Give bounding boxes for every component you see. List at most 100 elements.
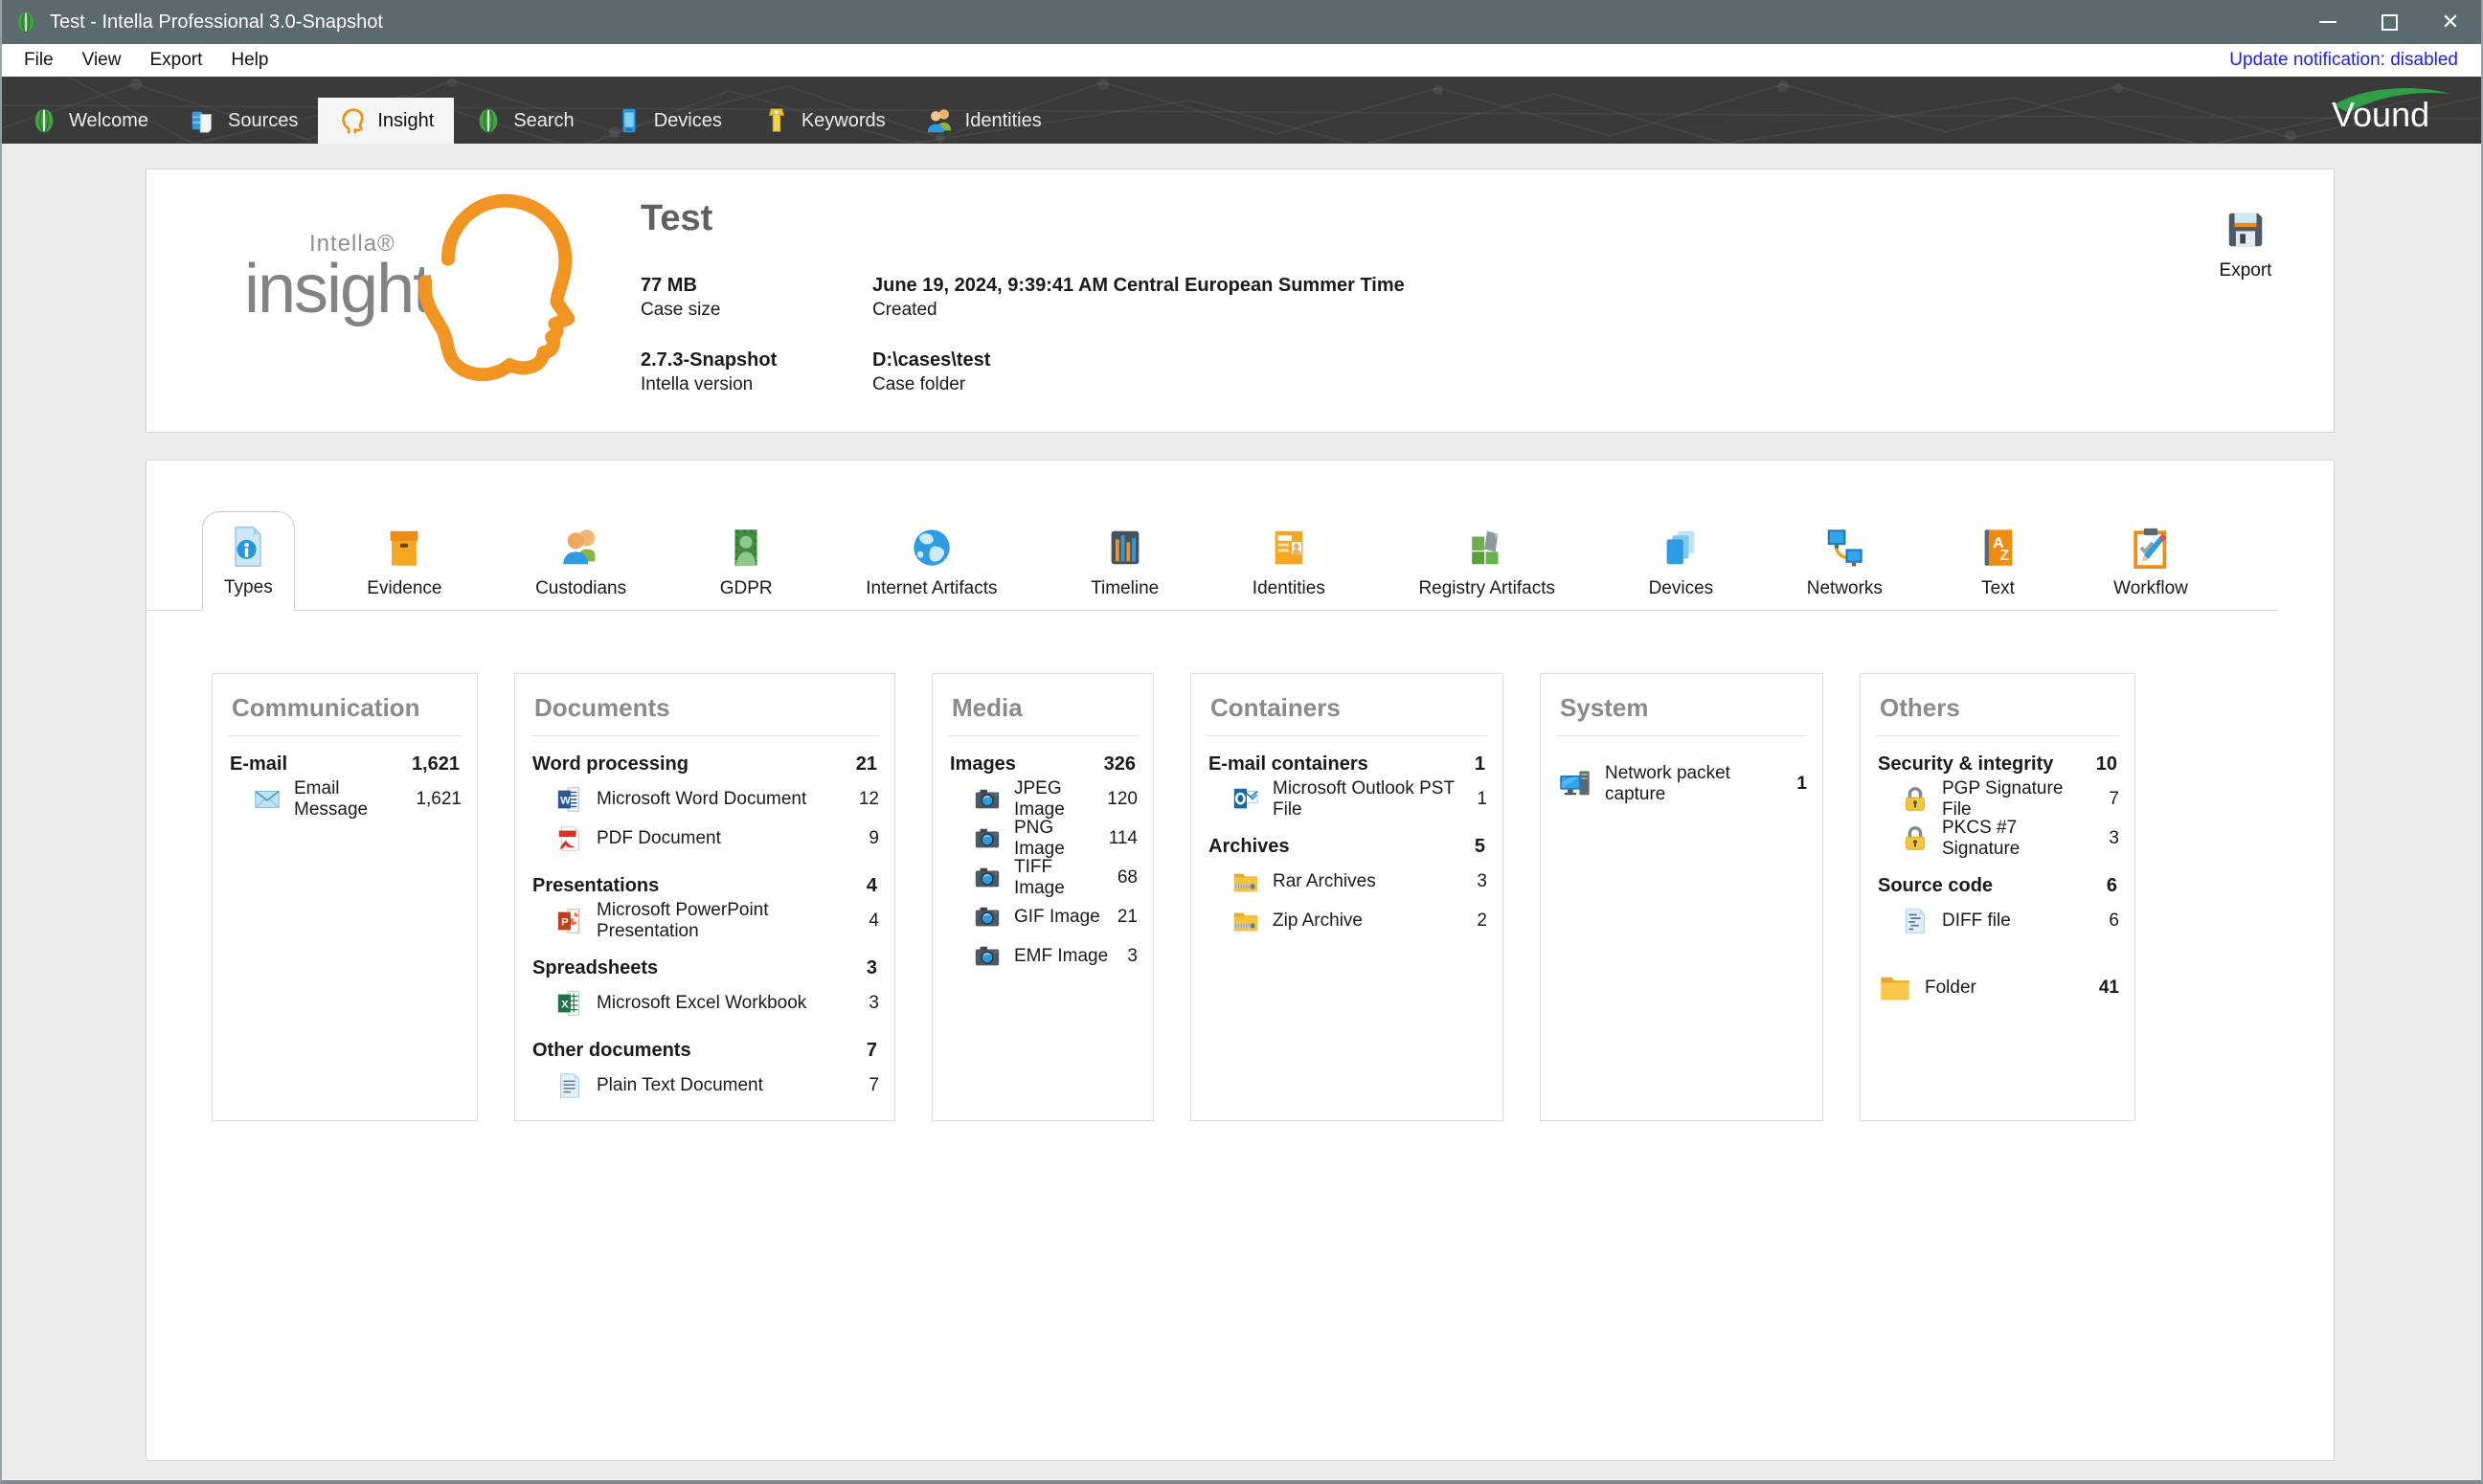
tab-identities[interactable]: Identities [906,98,1062,144]
group-header-presentations[interactable]: Presentations4 [530,873,879,901]
case-header-card: Intella® insight Test 77 MB Case size Ju… [146,169,2335,433]
powerpoint-icon: P [555,907,584,935]
insight-tab-label: Workflow [2113,578,2188,599]
head-profile-icon [382,179,588,420]
row-pdf-document[interactable]: PDF Document9 [530,819,879,858]
insight-tab-identities[interactable]: Identities [1231,513,1346,611]
row-microsoft-word-document[interactable]: WMicrosoft Word Document12 [530,779,879,819]
panel-divider [948,735,1138,736]
panel-divider [228,735,462,736]
item-label: GIF Image [1014,907,1100,928]
group-standalone: Folder41 [1876,965,2119,1011]
tab-search[interactable]: Search [454,98,594,144]
row-network-packet-capture[interactable]: Network packet capture1 [1556,761,1807,807]
menu-item-view[interactable]: View [68,44,136,77]
insight-nav: Types Evidence Custodians GDPR Internet Arti… [147,461,2278,611]
tab-welcome[interactable]: Welcome [10,98,169,144]
row-pgp-signature-file[interactable]: PGP Signature File7 [1876,779,2119,819]
item-count: 3 [2109,828,2119,849]
group-count: 21 [856,753,877,776]
group-header-source-code[interactable]: Source code6 [1876,873,2119,901]
row-email-message[interactable]: Email Message1,621 [228,779,462,819]
group-header-e-mail-containers[interactable]: E-mail containers1 [1207,752,1487,779]
group-header-word-processing[interactable]: Word processing21 [530,752,879,779]
row-microsoft-outlook-pst-file[interactable]: Microsoft Outlook PST File1 [1207,779,1487,819]
row-microsoft-powerpoint-presentation[interactable]: PMicrosoft PowerPoint Presentation4 [530,901,879,940]
key-icon [762,106,791,135]
group-header-security-integrity[interactable]: Security & integrity10 [1876,752,2119,779]
row-pkcs-7-signature[interactable]: PKCS #7 Signature3 [1876,819,2119,858]
group-header-spreadsheets[interactable]: Spreadsheets3 [530,956,879,983]
menu-item-help[interactable]: Help [216,44,282,77]
group-other-documents: Other documents7Plain Text Document7 [530,1038,879,1105]
row-gif-image[interactable]: GIF Image21 [948,897,1138,936]
insight-tab-label: Types [224,577,273,598]
insight-tab-evidence[interactable]: Evidence [346,513,463,611]
svg-text:P: P [561,916,569,928]
group-header-other-documents[interactable]: Other documents7 [530,1038,879,1066]
item-label: Microsoft PowerPoint Presentation [597,900,856,942]
row-emf-image[interactable]: EMF Image3 [948,936,1138,976]
row-jpeg-image[interactable]: JPEG Image120 [948,779,1138,819]
menu-item-export[interactable]: Export [135,44,216,77]
close-button[interactable]: ✕ [2420,0,2481,44]
word-icon: W [555,785,584,814]
insight-tab-internet-artifacts[interactable]: Internet Artifacts [845,513,1018,611]
tab-devices[interactable]: Devices [595,98,742,144]
row-tiff-image[interactable]: TIFF Image68 [948,858,1138,897]
row-folder[interactable]: Folder41 [1876,965,2119,1011]
insight-tab-networks[interactable]: Networks [1786,513,1904,611]
insight-tab-custodians[interactable]: Custodians [514,513,647,611]
insight-tab-text[interactable]: AZText [1955,513,2042,611]
menu-item-file[interactable]: File [10,44,68,77]
insight-tab-label: Evidence [367,578,441,599]
update-notification-link[interactable]: Update notification: disabled [2229,50,2473,71]
insight-tab-registry-artifacts[interactable]: Registry Artifacts [1397,513,1576,611]
evidence-icon [382,526,426,570]
types-icon [226,525,270,569]
row-microsoft-excel-workbook[interactable]: XMicrosoft Excel Workbook3 [530,983,879,1023]
row-plain-text-document[interactable]: Plain Text Document7 [530,1066,879,1105]
item-label: JPEG Image [1014,778,1095,821]
insight-tab-devices[interactable]: Devices [1628,513,1735,611]
row-zip-archive[interactable]: Zip Archive2 [1207,901,1487,940]
insight-tab-label: Text [1981,578,2015,599]
insight-tab-label: Devices [1649,578,1714,599]
item-count: 1 [1477,789,1487,810]
window-controls: ✕ [2297,0,2481,44]
item-label: DIFF file [1942,911,2011,932]
tab-label: Identities [965,110,1042,132]
export-button[interactable]: Export [2198,208,2293,281]
row-png-image[interactable]: PNG Image114 [948,819,1138,858]
tab-sources[interactable]: Sources [169,98,318,144]
group-header-images[interactable]: Images326 [948,752,1138,779]
item-count: 1,621 [416,789,462,810]
minimize-button[interactable] [2297,0,2359,44]
insight-tab-label: Internet Artifacts [866,578,997,599]
insight-tab-label: Identities [1253,578,1325,599]
insight-tab-label: Networks [1807,578,1883,599]
case-folder-field: D:\cases\test Case folder [872,349,1405,395]
custodians-icon [559,526,603,570]
tab-label: Sources [228,110,298,132]
tab-keywords[interactable]: Keywords [742,98,906,144]
insight-tab-types[interactable]: Types [202,511,295,611]
row-diff-file[interactable]: DIFF file6 [1876,901,2119,940]
floppy-disk-icon [2223,208,2268,252]
insight-tab-label: Timeline [1091,578,1159,599]
group-header-archives[interactable]: Archives5 [1207,834,1487,862]
insight-tab-workflow[interactable]: Workflow [2092,513,2209,611]
group-count: 4 [867,875,877,897]
group-header-e-mail[interactable]: E-mail1,621 [228,752,462,779]
group-count: 10 [2096,753,2117,776]
item-count: 114 [1109,828,1138,849]
panel-documents: DocumentsWord processing21WMicrosoft Wor… [514,673,895,1121]
intella-version-field: 2.7.3-Snapshot Intella version [641,349,872,395]
insight-tab-gdpr[interactable]: GDPR [699,513,794,611]
tab-insight[interactable]: Insight [318,98,454,144]
panel-divider [1876,735,2119,736]
row-rar-archives[interactable]: Rar Archives3 [1207,862,1487,901]
insight-tab-timeline[interactable]: Timeline [1070,513,1180,611]
maximize-button[interactable] [2359,0,2420,44]
item-count: 2 [1477,911,1487,932]
